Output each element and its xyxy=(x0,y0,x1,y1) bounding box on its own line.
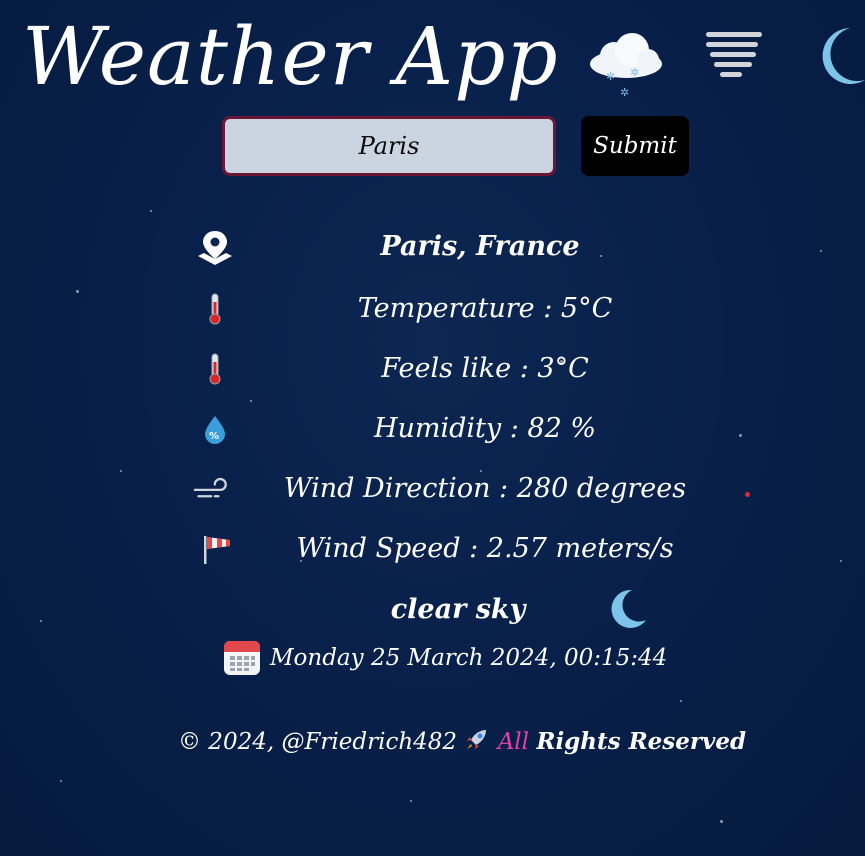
rocket-icon xyxy=(464,723,490,749)
wind-speed-text: Wind Speed : 2.57 meters/s xyxy=(296,533,674,564)
footer-all-text: All xyxy=(497,729,530,755)
location-text: Paris, France xyxy=(380,231,580,262)
temperature-row: Temperature : 5°C xyxy=(0,287,865,331)
wind-speed-row: Wind Speed : 2.57 meters/s xyxy=(0,527,865,571)
location-row: Paris, France xyxy=(0,225,865,269)
footer-rights-text: Rights Reserved xyxy=(536,728,747,755)
moon-icon xyxy=(606,588,648,630)
date-time-text: Monday 25 March 2024, 00:15:44 xyxy=(270,645,668,671)
footer: © 2024, @Friedrich482 All Rights Reserve… xyxy=(178,720,748,764)
moon-icon xyxy=(810,24,865,86)
svg-text:✲: ✲ xyxy=(620,86,629,99)
footer-copyright: © 2024, @Friedrich482 xyxy=(178,729,458,755)
feels-like-row: Feels like : 3°C xyxy=(0,347,865,391)
red-dot-marker xyxy=(745,492,750,497)
wind-direction-row: Wind Direction : 280 degrees xyxy=(0,467,865,511)
humidity-row: % Humidity : 82 % xyxy=(0,407,865,451)
wind-direction-text: Wind Direction : 280 degrees xyxy=(283,473,687,504)
svg-text:✲: ✲ xyxy=(630,66,639,79)
svg-text:✲: ✲ xyxy=(606,70,615,83)
snow-cloud-icon: ✲ ✲ ✲ xyxy=(586,28,666,100)
humidity-text: Humidity : 82 % xyxy=(373,413,597,444)
weather-condition-text: clear sky xyxy=(390,594,526,625)
temperature-text: Temperature : 5°C xyxy=(357,293,613,324)
app-title: Weather App xyxy=(22,10,559,103)
feels-like-text: Feels like : 3°C xyxy=(381,353,589,384)
submit-button[interactable]: Submit xyxy=(581,116,689,176)
fog-icon xyxy=(704,30,764,80)
calendar-icon xyxy=(223,639,261,677)
city-search-input[interactable] xyxy=(222,116,556,176)
